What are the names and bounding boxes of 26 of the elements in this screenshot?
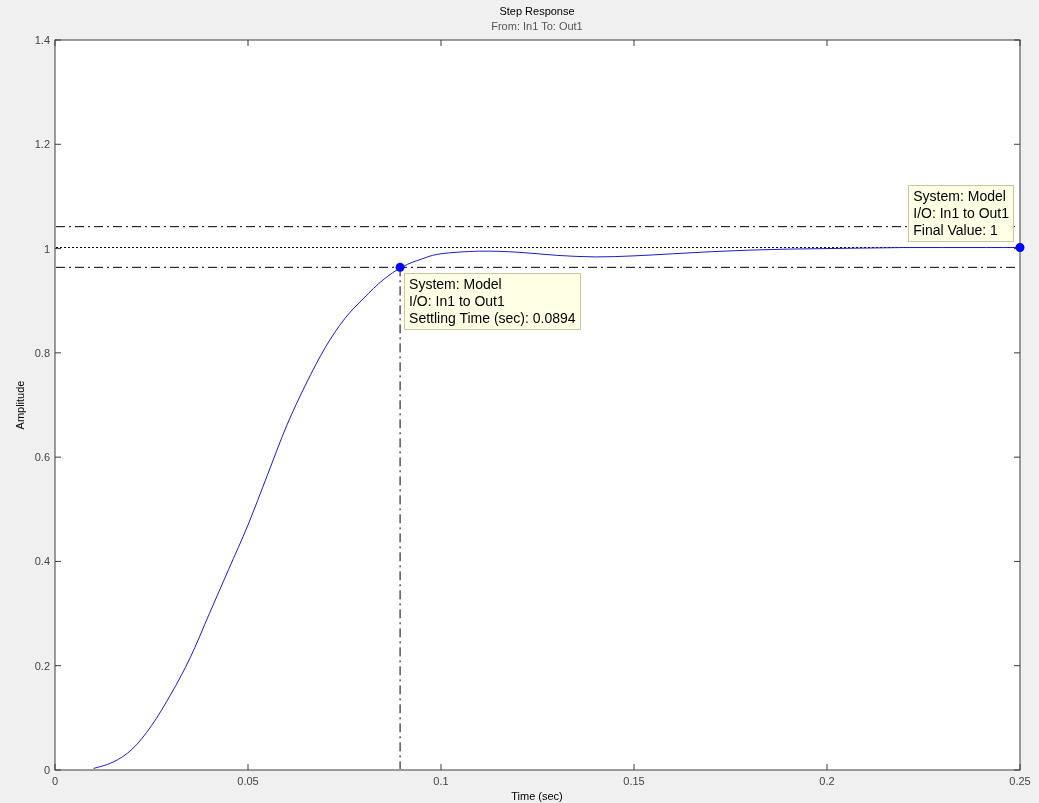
tick-label: 1.4 [34, 34, 50, 46]
x-axis-label: Time (sec) [511, 790, 563, 802]
tick-label: 0.15 [623, 775, 645, 787]
data-point-marker [395, 262, 405, 272]
tick-label: 0 [43, 764, 50, 776]
y-axis-label: Amplitude [14, 380, 26, 430]
tick-label: 0 [51, 775, 59, 787]
tick-label: 0.2 [819, 775, 835, 787]
data-tip-text: Settling Time (sec): 0.0894 [409, 310, 576, 328]
data-tip-text: Final Value: 1 [913, 221, 999, 239]
data-tip-text: System: Model [913, 187, 1007, 205]
data-point-marker [1015, 243, 1025, 253]
tick-label: 0.2 [34, 659, 50, 672]
data-tip-text: System: Model [409, 276, 503, 294]
tick-label: 1 [43, 242, 50, 255]
data-tip-text: I/O: In1 to Out1 [913, 204, 1009, 222]
tick-label: 0.8 [34, 346, 50, 359]
tick-label: 0.1 [433, 775, 449, 787]
tick-label: 0.6 [34, 451, 50, 464]
tick-label: 0.05 [237, 775, 259, 787]
chart-subtitle: From: In1 To: Out1 [491, 20, 583, 32]
data-tip-text: I/O: In1 to Out1 [409, 293, 506, 311]
chart-title: Step Response [499, 5, 575, 17]
tick-label: 0.25 [1009, 775, 1031, 787]
tick-label: 1.2 [34, 138, 50, 151]
tick-label: 0.4 [34, 555, 50, 568]
